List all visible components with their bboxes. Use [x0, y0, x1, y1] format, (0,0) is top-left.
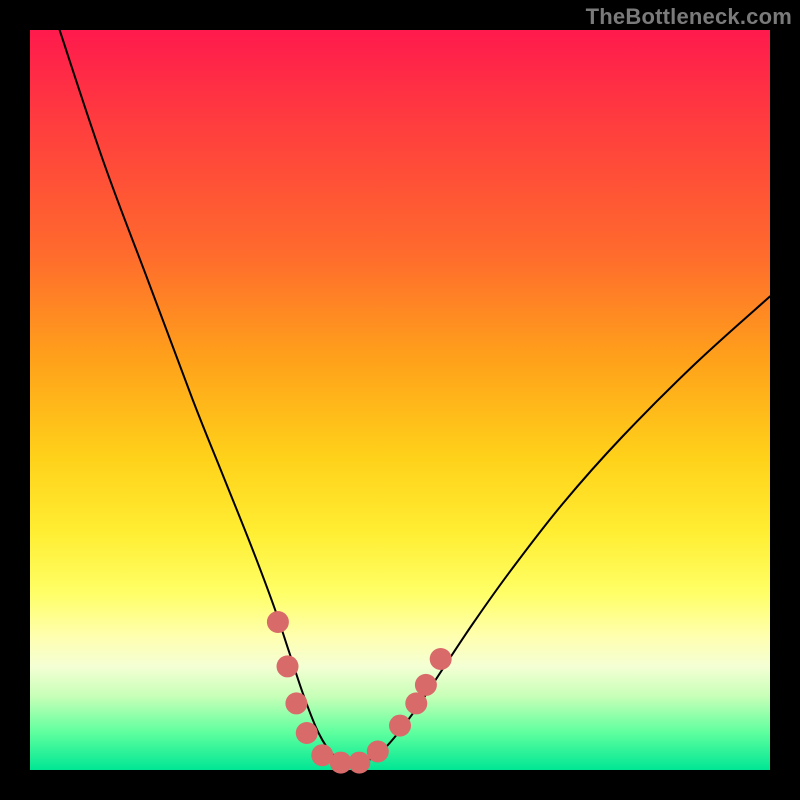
highlight-dots [267, 611, 452, 774]
chart-frame: TheBottleneck.com [0, 0, 800, 800]
bottleneck-curve [60, 30, 770, 764]
highlight-dot [285, 692, 307, 714]
highlight-dot [430, 648, 452, 670]
highlight-dot [348, 752, 370, 774]
highlight-dot [367, 741, 389, 763]
highlight-dot [267, 611, 289, 633]
watermark-text: TheBottleneck.com [586, 4, 792, 30]
highlight-dot [389, 715, 411, 737]
chart-svg [30, 30, 770, 770]
highlight-dot [415, 674, 437, 696]
highlight-dot [296, 722, 318, 744]
plot-area [30, 30, 770, 770]
highlight-dot [277, 655, 299, 677]
